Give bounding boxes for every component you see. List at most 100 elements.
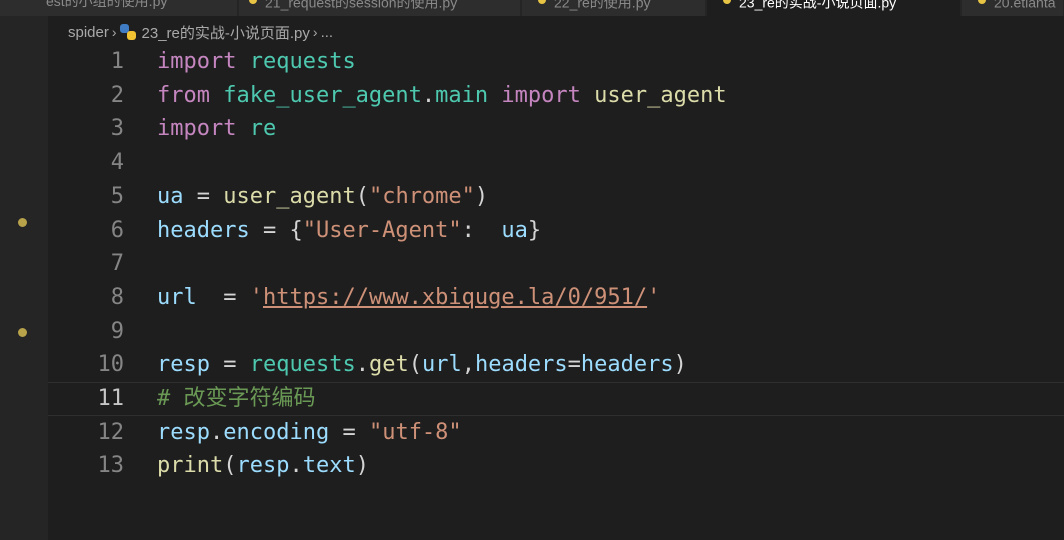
code-text: resp.encoding = "utf-8" [157, 416, 462, 450]
line-number: 7 [110, 251, 124, 277]
tab-file-4[interactable]: 20.etlanta [962, 0, 1064, 16]
code-text: import re [157, 112, 276, 146]
code-token: url [421, 352, 462, 378]
tab-file-1[interactable]: 21_request的session的使用.py [239, 0, 521, 16]
code-token: = [209, 352, 250, 378]
code-token: = [183, 183, 224, 209]
code-token: ua [157, 183, 184, 209]
code-token: , [461, 352, 475, 378]
line-number: 3 [110, 116, 124, 142]
code-token: resp [236, 453, 290, 479]
tab-bar: est的小组的使用.py 21_request的session的使用.py 22… [0, 0, 1064, 16]
breadcrumb-file[interactable]: 23_re的实战-小说页面.py [142, 22, 310, 43]
breadcrumb-folder[interactable]: spider [68, 24, 109, 41]
code-token: main [435, 82, 489, 108]
left-gutter-strip [0, 0, 48, 540]
code-token: text [302, 453, 356, 479]
line-number: 9 [110, 318, 124, 344]
code-token: ) [474, 183, 489, 209]
code-line[interactable]: 12 resp.encoding = "utf-8" [48, 416, 1064, 450]
code-token: user_agent [223, 183, 356, 209]
code-line[interactable]: 11 # 改变字符编码 [48, 382, 1064, 416]
code-line[interactable]: 8 url = 'https://www.xbiquge.la/0/951/' [48, 281, 1064, 315]
tab-file-0[interactable]: est的小组的使用.py [0, 0, 238, 16]
code-line[interactable]: 7 [48, 247, 1064, 281]
code-text: # 改变字符编码 [157, 383, 316, 415]
line-number: 4 [110, 150, 124, 176]
code-editor-window: est的小组的使用.py 21_request的session的使用.py 22… [0, 0, 1064, 540]
tab-label: est的小组的使用.py [46, 0, 168, 9]
code-token: headers [474, 352, 568, 378]
breadcrumb: spider › 23_re的实战-小说页面.py › ... [68, 20, 333, 44]
code-token: ) [673, 352, 687, 378]
line-number: 11 [97, 386, 125, 411]
code-text: ua = user_agent("chrome") [157, 180, 488, 214]
code-token: ua [501, 217, 528, 243]
python-file-icon [978, 0, 986, 4]
code-text: print(resp.text) [157, 449, 369, 483]
code-line[interactable]: 5 ua = user_agent("chrome") [48, 180, 1064, 214]
line-number: 2 [110, 82, 124, 108]
code-token: fake_user_agent [223, 82, 422, 108]
code-token: . [421, 82, 436, 108]
code-token: import [501, 82, 581, 108]
line-number: 10 [97, 352, 125, 378]
modified-marker-icon[interactable] [18, 328, 27, 337]
code-token: = { [249, 217, 303, 243]
code-token: url [157, 284, 197, 310]
code-token: https://www.xbiquge.la/0/951/ [262, 284, 648, 310]
code-token: "utf-8" [368, 419, 462, 445]
chevron-right-icon: › [111, 24, 117, 40]
code-token: = [329, 419, 369, 445]
code-text: resp = requests.get(url,headers=headers) [157, 348, 687, 382]
breadcrumb-more[interactable]: ... [321, 24, 334, 41]
code-text: from fake_user_agent.main import user_ag… [157, 79, 727, 113]
line-number: 12 [97, 419, 125, 445]
code-token: requests [249, 352, 356, 378]
code-token: = [196, 284, 250, 310]
code-line[interactable]: 4 [48, 146, 1064, 180]
python-file-icon [119, 24, 136, 40]
python-file-icon [249, 0, 257, 4]
code-line[interactable]: 10 resp = requests.get(url,headers=header… [48, 348, 1064, 382]
code-token: } [527, 217, 542, 243]
chevron-right-icon: › [312, 24, 318, 40]
code-text: headers = {"User-Agent": ua} [157, 214, 541, 248]
code-line[interactable]: 1 import requests [48, 45, 1064, 79]
tab-label: 22_re的使用.py [554, 0, 651, 11]
python-file-icon [538, 0, 546, 4]
code-token: # 改变字符编码 [157, 386, 316, 411]
code-token: from [157, 82, 210, 108]
tab-file-active[interactable]: 23_re的实战-小说页面.py [707, 0, 961, 16]
code-line[interactable]: 13 print(resp.text) [48, 449, 1064, 483]
line-number: 6 [110, 217, 124, 243]
line-number: 5 [110, 183, 124, 209]
code-token: resp [157, 419, 210, 445]
code-token: import [157, 116, 237, 142]
code-token: print [157, 453, 224, 479]
tab-label: 21_request的session的使用.py [265, 0, 458, 11]
code-line[interactable]: 6 headers = {"User-Agent": ua} [48, 214, 1064, 248]
code-token: requests [249, 49, 356, 74]
code-editor[interactable]: 1 import requests 2 from fake_user_agent.ma… [48, 45, 1064, 540]
code-token: ' [647, 284, 661, 310]
tab-label: 20.etlanta [994, 0, 1056, 11]
tab-file-2[interactable]: 22_re的使用.py [522, 0, 706, 16]
code-text: url = 'https://www.xbiquge.la/0/951/' [157, 281, 660, 315]
code-token: ( [223, 453, 237, 479]
code-token: : [461, 217, 502, 243]
code-line[interactable]: 3 import re [48, 112, 1064, 146]
code-token: ( [408, 352, 422, 378]
python-file-icon [723, 0, 731, 4]
code-line[interactable]: 2 from fake_user_agent.main import user_a… [48, 79, 1064, 113]
code-token: = [567, 352, 581, 378]
tab-label: 23_re的实战-小说页面.py [739, 0, 897, 11]
code-line[interactable]: 9 [48, 315, 1064, 349]
code-token: resp [157, 352, 210, 378]
line-number: 1 [110, 49, 124, 74]
code-token: headers [157, 217, 250, 243]
modified-marker-icon[interactable] [18, 218, 27, 227]
